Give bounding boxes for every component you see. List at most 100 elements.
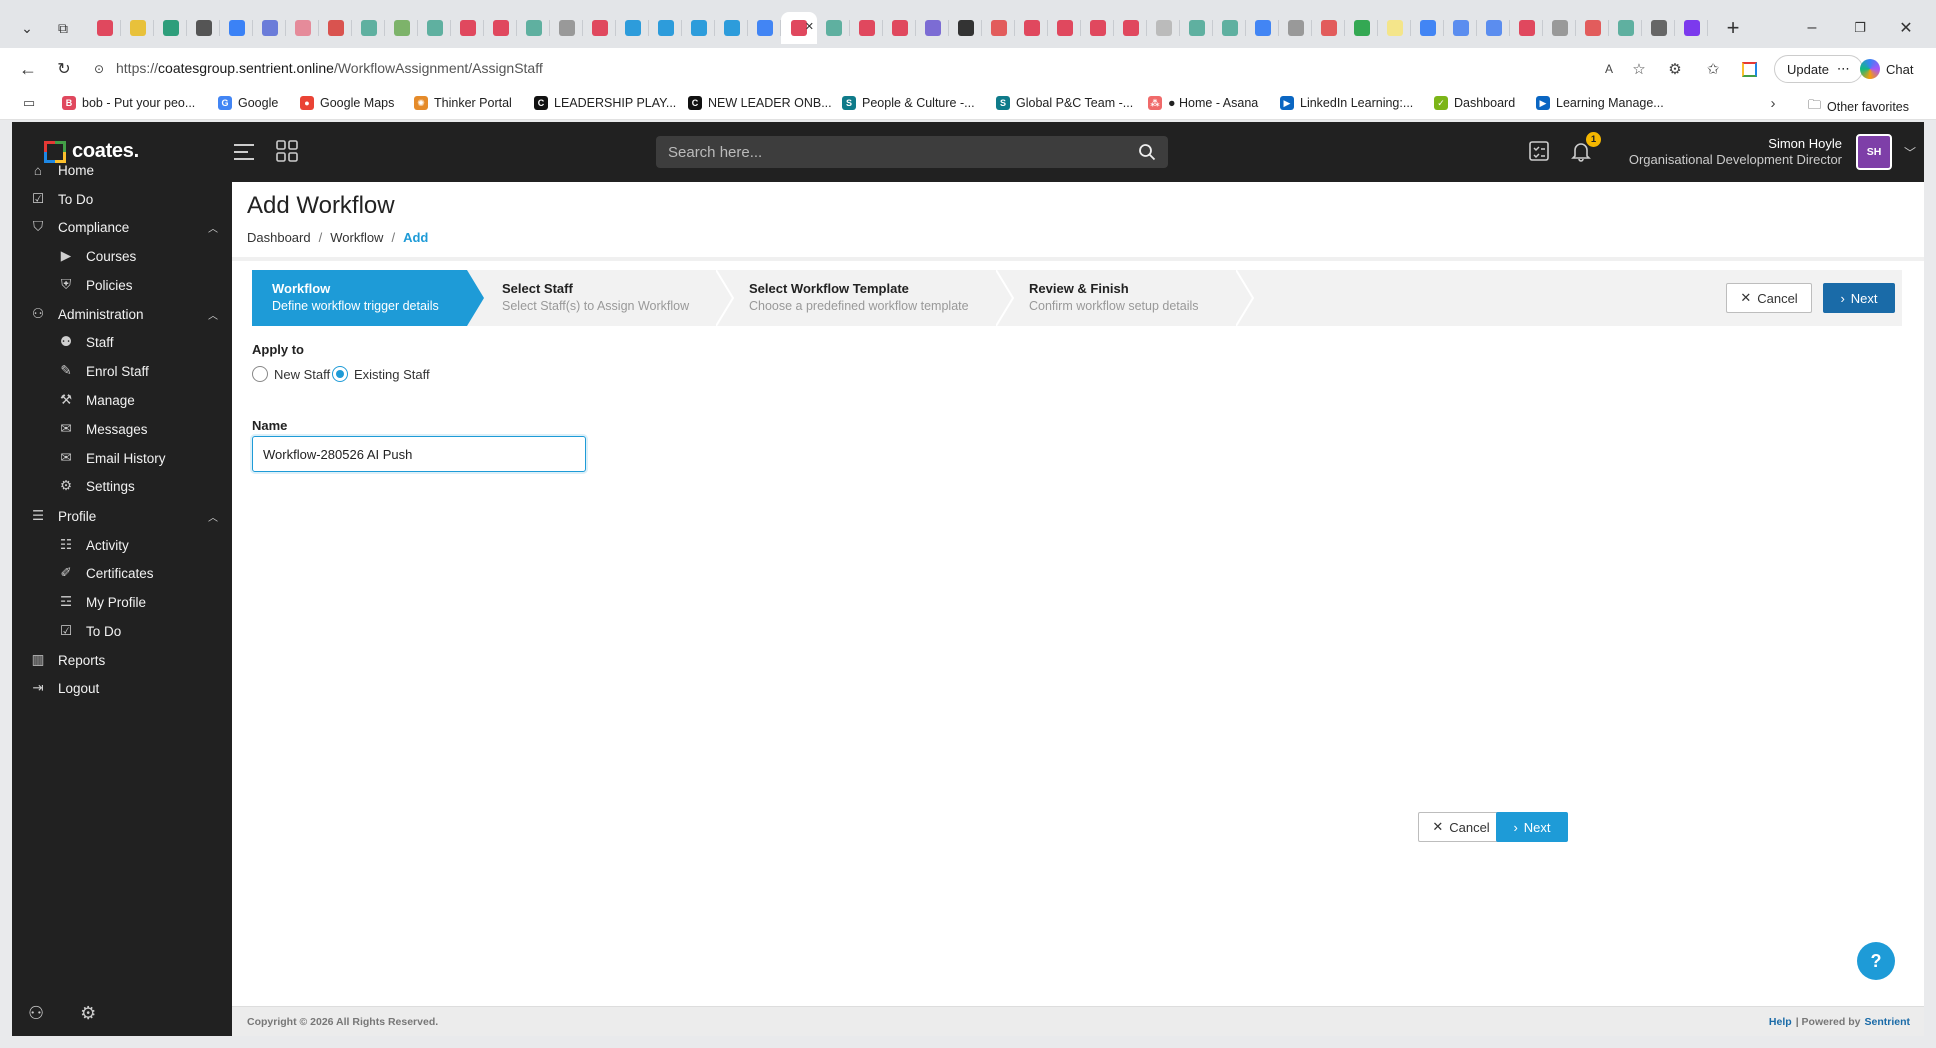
minimize-icon[interactable]: – — [1790, 14, 1834, 42]
sentrient-link[interactable]: Sentrient — [1864, 1016, 1910, 1028]
back-arrow-icon[interactable]: ← — [14, 56, 42, 82]
sidebar-item-profile[interactable]: ☰ Profile ︿ — [28, 502, 218, 530]
next-button-bottom[interactable]: › Next — [1496, 812, 1568, 842]
browser-tab[interactable] — [352, 12, 385, 44]
sidebar-item-reports[interactable]: ▥ Reports — [28, 646, 218, 674]
sidebar-item-profile-todo[interactable]: ☑ To Do — [56, 617, 216, 645]
browser-tab[interactable] — [286, 12, 319, 44]
sidebar-item-email-history[interactable]: ✉ Email History — [56, 444, 216, 472]
browser-tab[interactable] — [88, 12, 121, 44]
browser-tab[interactable] — [616, 12, 649, 44]
browser-tab[interactable] — [916, 12, 949, 44]
bookmark-item[interactable]: ✺ Thinker Portal — [414, 96, 512, 110]
browser-tab[interactable] — [1411, 12, 1444, 44]
breadcrumb-dashboard[interactable]: Dashboard — [247, 230, 311, 245]
close-tab-icon[interactable]: ✕ — [805, 20, 814, 33]
browser-tab[interactable] — [583, 12, 616, 44]
browser-tab[interactable] — [1675, 12, 1708, 44]
sidebar-item-todo[interactable]: ☑ To Do — [28, 185, 218, 213]
site-info-icon[interactable]: ⊙ — [88, 58, 110, 80]
browser-tab[interactable] — [1642, 12, 1675, 44]
browser-tab[interactable] — [1312, 12, 1345, 44]
workflow-name-input[interactable] — [252, 436, 586, 472]
browser-tab[interactable] — [1477, 12, 1510, 44]
radio-existing-staff[interactable]: Existing Staff — [332, 366, 430, 382]
sidebar-item-courses[interactable]: ▶ Courses — [56, 242, 216, 270]
read-aloud-icon[interactable]: A — [1598, 58, 1620, 80]
browser-tab[interactable] — [187, 12, 220, 44]
sidebar-item-messages[interactable]: ✉ Messages — [56, 415, 216, 443]
browser-tab[interactable] — [1081, 12, 1114, 44]
browser-tab[interactable] — [121, 12, 154, 44]
browser-tab[interactable] — [1444, 12, 1477, 44]
bookmark-item[interactable]: ✓ Dashboard — [1434, 96, 1515, 110]
sidebar-item-home[interactable]: ⌂ Home — [28, 156, 218, 184]
browser-tab[interactable] — [883, 12, 916, 44]
bookmark-item[interactable]: G Google — [218, 96, 278, 110]
bookmark-item[interactable]: Bbob - Put your peo... — [62, 96, 195, 110]
breadcrumb-workflow[interactable]: Workflow — [330, 230, 383, 245]
browser-tab[interactable] — [748, 12, 781, 44]
step-review-finish[interactable]: Review & Finish Confirm workflow setup d… — [1009, 270, 1249, 326]
sidebar-item-certificates[interactable]: ✐ Certificates — [56, 559, 216, 587]
browser-tab[interactable] — [682, 12, 715, 44]
bookmark-item[interactable]: ▶ Learning Manage... — [1536, 96, 1664, 110]
step-workflow[interactable]: Workflow Define workflow trigger details — [252, 270, 467, 326]
browser-tab[interactable] — [1510, 12, 1543, 44]
browser-tab[interactable] — [1576, 12, 1609, 44]
browser-tab[interactable] — [1213, 12, 1246, 44]
browser-tab[interactable] — [220, 12, 253, 44]
url-field[interactable]: https://coatesgroup.sentrient.online/Wor… — [116, 60, 543, 76]
avatar[interactable]: SH — [1856, 134, 1892, 170]
browser-tab[interactable] — [1279, 12, 1312, 44]
gear-icon[interactable]: ⚙ — [80, 1003, 96, 1024]
browser-tab[interactable]: ✕ — [781, 12, 817, 44]
help-link[interactable]: Help — [1769, 1016, 1792, 1028]
browser-tab[interactable] — [154, 12, 187, 44]
bookmark-item[interactable]: S People & Culture -... — [842, 96, 975, 110]
search-icon[interactable] — [1138, 143, 1156, 161]
search-input[interactable] — [668, 136, 1128, 168]
browser-tab[interactable] — [1147, 12, 1180, 44]
favorite-star-icon[interactable]: ☆ — [1628, 58, 1650, 80]
browser-tab[interactable] — [517, 12, 550, 44]
browser-tab[interactable] — [253, 12, 286, 44]
browser-tab[interactable] — [484, 12, 517, 44]
copilot-chat-button[interactable]: Chat — [1860, 56, 1913, 82]
bookmark-item[interactable]: C NEW LEADER ONB... — [688, 96, 832, 110]
update-button[interactable]: Update ⋯ — [1774, 55, 1863, 83]
browser-tab[interactable] — [715, 12, 748, 44]
sidebar-item-compliance[interactable]: ⛉ Compliance ︿ — [28, 213, 218, 241]
cancel-button-top[interactable]: ✕ Cancel — [1726, 283, 1812, 313]
help-button[interactable]: ? — [1857, 942, 1895, 980]
close-window-icon[interactable]: ✕ — [1884, 14, 1928, 42]
restore-icon[interactable]: ❐ — [1838, 14, 1882, 42]
browser-tab[interactable] — [385, 12, 418, 44]
team-icon[interactable]: ⚇ — [28, 1003, 44, 1024]
bookmark-item[interactable]: ▶ LinkedIn Learning:... — [1280, 96, 1413, 110]
browser-tab[interactable] — [1048, 12, 1081, 44]
workspaces-icon[interactable]: ⧉ — [48, 14, 78, 42]
browser-tab[interactable] — [1609, 12, 1642, 44]
step-select-template[interactable]: Select Workflow Template Choose a predef… — [729, 270, 1009, 326]
step-select-staff[interactable]: Select Staff Select Staff(s) to Assign W… — [482, 270, 727, 326]
more-bookmarks-chevron-icon[interactable]: › — [1762, 92, 1784, 114]
sidebar-item-logout[interactable]: ⇥ Logout — [28, 674, 218, 702]
sidebar-item-activity[interactable]: ☷ Activity — [56, 531, 216, 559]
other-favorites[interactable]: 🗀 Other favorites — [1808, 96, 1909, 118]
browser-tab[interactable] — [550, 12, 583, 44]
bookmark-bar-menu-icon[interactable]: ▭ — [18, 92, 40, 114]
sidebar-item-settings[interactable]: ⚙ Settings — [56, 472, 216, 500]
extensions-icon[interactable]: ⚙ — [1664, 58, 1686, 80]
browser-tab[interactable] — [418, 12, 451, 44]
tasks-icon[interactable] — [1528, 140, 1550, 162]
browser-tab[interactable] — [319, 12, 352, 44]
sidebar-item-my-profile[interactable]: ☲ My Profile — [56, 588, 216, 616]
reload-icon[interactable]: ↻ — [50, 56, 78, 82]
radio-new-staff[interactable]: New Staff — [252, 366, 330, 382]
sidebar-item-staff[interactable]: ⚉ Staff — [56, 328, 216, 356]
browser-tab[interactable] — [1378, 12, 1411, 44]
bookmark-item[interactable]: ● Google Maps — [300, 96, 394, 110]
tab-list-chevron-icon[interactable]: ⌄ — [12, 14, 42, 42]
cancel-button-bottom[interactable]: ✕ Cancel — [1418, 812, 1504, 842]
